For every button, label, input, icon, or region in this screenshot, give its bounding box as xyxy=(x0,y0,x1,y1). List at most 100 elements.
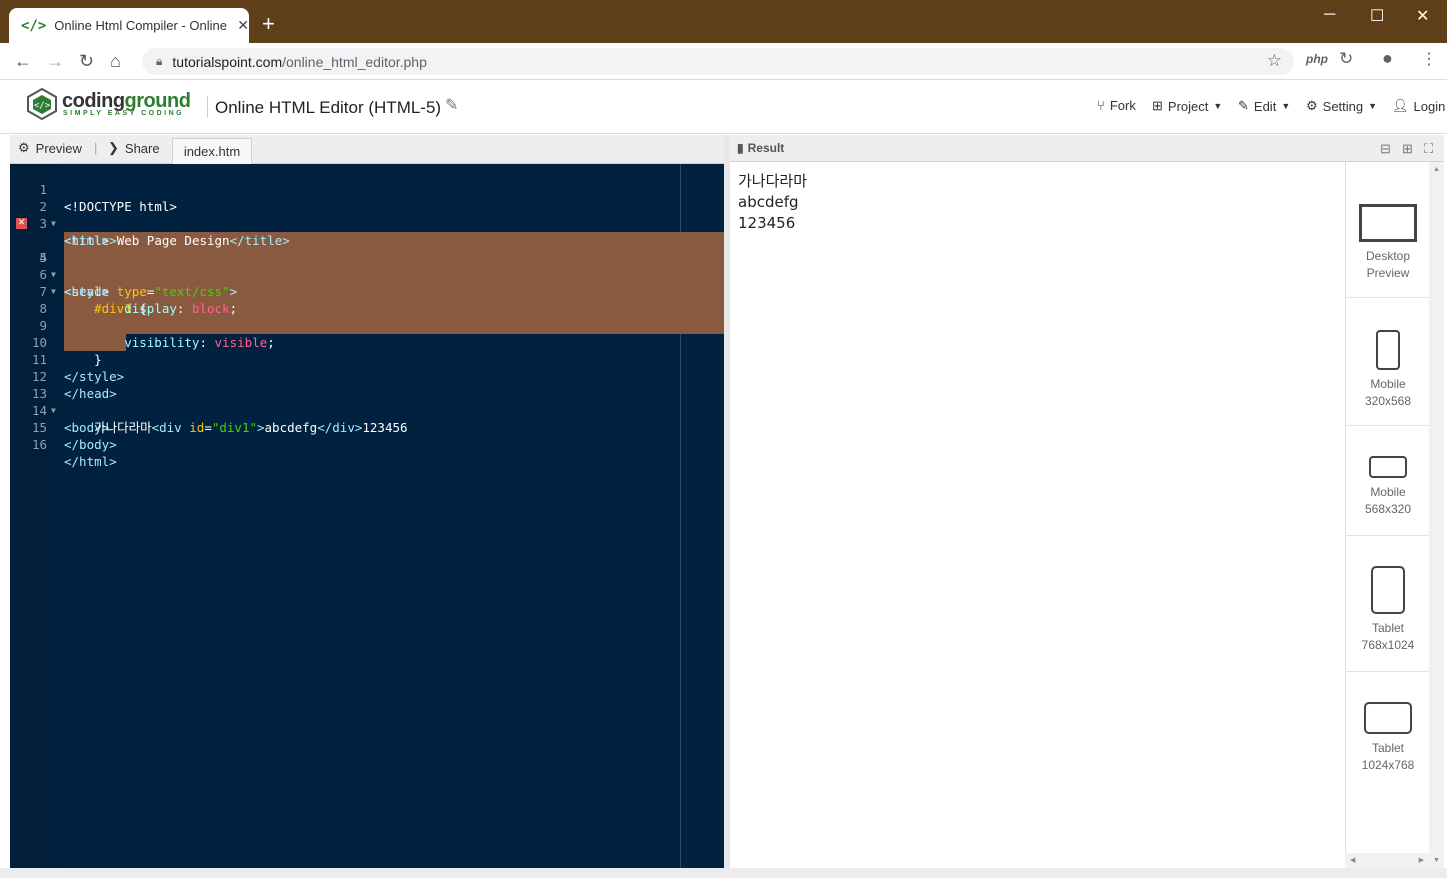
fork-button[interactable]: ⑂ Fork xyxy=(1097,98,1136,113)
profile-icon[interactable]: ● xyxy=(1382,48,1393,69)
extension-icon[interactable]: ↻ xyxy=(1339,49,1353,69)
setting-menu[interactable]: ⚙ Setting ▼ xyxy=(1306,98,1377,114)
vertical-scrollbar[interactable]: ▲ ▼ xyxy=(1429,162,1444,868)
php-extension-icon[interactable]: php xyxy=(1306,52,1328,66)
device-preview-bar: Desktop Preview Mobile 320x568 Mobile 56… xyxy=(1345,162,1430,868)
login-label: Login xyxy=(1413,98,1446,114)
forward-icon[interactable]: → xyxy=(46,51,64,72)
device-size: 568x320 xyxy=(1364,502,1412,516)
caret-down-icon: ▼ xyxy=(1281,101,1291,111)
share-label: Share xyxy=(124,140,160,156)
reload-icon[interactable]: ↻ xyxy=(79,51,94,72)
result-output: 가나다라마 abcdefg 123456 xyxy=(738,171,807,234)
brand-part-coding: coding xyxy=(62,90,125,112)
editor-tabbar: ⚙ Preview | ❯ Share index.htm xyxy=(10,135,724,165)
device-name: Tablet xyxy=(1371,621,1405,635)
code-line: 1 <!DOCTYPE html> xyxy=(10,164,724,214)
line-number: 16 xyxy=(31,437,47,452)
code-line: 5 ▼ <style type="text/css"> xyxy=(10,232,724,299)
minimize-button[interactable]: ─ xyxy=(1324,6,1335,24)
code-line: 2 ▼ <html> xyxy=(10,181,724,248)
edit-menu[interactable]: ✎ Edit ▼ xyxy=(1238,98,1290,114)
user-icon: 👤︎ xyxy=(1392,98,1409,113)
error-marker-icon[interactable]: ✕ xyxy=(16,218,27,229)
header-divider xyxy=(207,96,208,118)
compress-icon[interactable]: ⊟ xyxy=(1380,141,1391,157)
code-line: 15 </body> xyxy=(10,402,724,452)
caret-down-icon: ▼ xyxy=(1368,101,1378,111)
menu-dots-icon[interactable]: ⋮ xyxy=(1421,49,1437,69)
code-line: 14 가나다라마<div id="div1">abcdefg</div>1234… xyxy=(10,385,724,435)
sitemap-icon: ⊞ xyxy=(1152,98,1163,113)
url-host: tutorialspoint.com xyxy=(172,53,283,70)
result-title: ▮ Result xyxy=(737,141,784,155)
setting-label: Setting xyxy=(1322,98,1364,114)
scroll-right-icon[interactable]: ▶ xyxy=(1419,856,1424,864)
login-button[interactable]: 👤︎ Login xyxy=(1392,98,1445,114)
brand-tagline: SIMPLY EASY CODING xyxy=(63,110,185,117)
code-text: </html> xyxy=(64,453,117,470)
device-size: 1024x768 xyxy=(1361,758,1415,772)
scroll-up-icon[interactable]: ▲ xyxy=(1433,166,1440,173)
code-editor[interactable]: 1 <!DOCTYPE html> 2 ▼ <html> 3 <title>We… xyxy=(10,164,724,868)
back-icon[interactable]: ← xyxy=(14,51,32,72)
device-size: Preview xyxy=(1366,266,1410,280)
code-text: </body> xyxy=(64,436,117,453)
caret-down-icon: ▼ xyxy=(1213,101,1223,111)
code-line: ✕ 4 ▼ <head> xyxy=(10,215,724,299)
code-line: 8 xyxy=(10,283,724,316)
code-line: 9 visibility: visible; xyxy=(10,300,724,350)
app-header: </> codingground SIMPLY EASY CODING Onli… xyxy=(0,80,1447,134)
project-menu[interactable]: ⊞ Project ▼ xyxy=(1152,98,1222,114)
code-line: 11 </style> xyxy=(10,334,724,384)
code-line: 7 display: block; xyxy=(10,266,724,316)
tablet-landscape-icon xyxy=(1364,702,1412,734)
tab-close-icon[interactable]: ✕ xyxy=(237,17,249,34)
device-mobile-landscape[interactable]: Mobile 568x320 xyxy=(1346,426,1430,536)
fullscreen-icon[interactable]: ⛶ xyxy=(1424,141,1433,157)
device-name: Mobile xyxy=(1370,485,1406,499)
scroll-down-icon[interactable]: ▼ xyxy=(1433,857,1440,864)
tab-divider: | xyxy=(94,140,98,155)
output-line: 가나다라마 xyxy=(738,172,808,190)
browser-toolbar: ← → ↻ ⌂ 🔒︎ tutorialspoint.com /online_ht… xyxy=(0,43,1447,80)
edit-title-icon[interactable]: ✎ xyxy=(445,95,458,115)
address-bar[interactable]: 🔒︎ tutorialspoint.com /online_html_edito… xyxy=(142,48,1294,75)
output-line: 123456 xyxy=(738,214,796,232)
result-header: ▮ Result ⊟ ⊞ ⛶ xyxy=(730,135,1444,162)
device-tablet-landscape[interactable]: Tablet 1024x768 xyxy=(1346,672,1430,792)
code-line: 3 <title>Web Page Design</title> xyxy=(10,198,724,248)
brand-part-ground: ground xyxy=(124,90,191,112)
share-button[interactable]: ❯ Share xyxy=(108,140,160,156)
browser-tab[interactable]: </> Online Html Compiler - Online H ✕ xyxy=(9,8,249,43)
preview-button[interactable]: ⚙ Preview xyxy=(18,140,82,156)
file-tab-index[interactable]: index.htm xyxy=(172,138,252,165)
gears-icon: ⚙ xyxy=(18,140,30,155)
close-window-button[interactable]: ✕ xyxy=(1416,6,1429,26)
new-tab-button[interactable]: + xyxy=(262,13,275,35)
tag: </body> xyxy=(64,437,117,452)
maximize-button[interactable]: ☐ xyxy=(1370,6,1384,26)
horizontal-scrollbar[interactable]: ◀ ▶ xyxy=(1345,853,1429,868)
result-pane: ▮ Result ⊟ ⊞ ⛶ 가나다라마 abcdefg 123456 Deskt… xyxy=(730,135,1444,868)
device-name: Tablet xyxy=(1371,741,1405,755)
lock-icon: 🔒︎ xyxy=(156,54,163,68)
expand-icon[interactable]: ⊞ xyxy=(1402,141,1413,157)
device-name: Mobile xyxy=(1370,377,1406,391)
codingground-logo-icon[interactable]: </> xyxy=(26,88,58,120)
url-path: /online_html_editor.php xyxy=(282,53,427,70)
edit-label: Edit xyxy=(1253,98,1277,114)
device-name: Desktop xyxy=(1365,249,1411,263)
device-tablet-portrait[interactable]: Tablet 768x1024 xyxy=(1346,536,1430,672)
scroll-left-icon[interactable]: ◀ xyxy=(1350,856,1355,864)
device-size: 768x1024 xyxy=(1361,638,1415,652)
device-mobile-portrait[interactable]: Mobile 320x568 xyxy=(1346,298,1430,426)
code-favicon-icon: </> xyxy=(21,17,47,34)
home-icon[interactable]: ⌂ xyxy=(110,51,121,72)
preview-label: Preview xyxy=(35,140,82,156)
page-title: Online HTML Editor (HTML-5) xyxy=(215,98,442,117)
device-desktop-preview[interactable]: Desktop Preview xyxy=(1346,162,1430,298)
device-size: 320x568 xyxy=(1364,394,1412,408)
bookmark-star-icon[interactable]: ☆ xyxy=(1267,51,1282,71)
code-line: 13 ▼ <body> xyxy=(10,368,724,435)
